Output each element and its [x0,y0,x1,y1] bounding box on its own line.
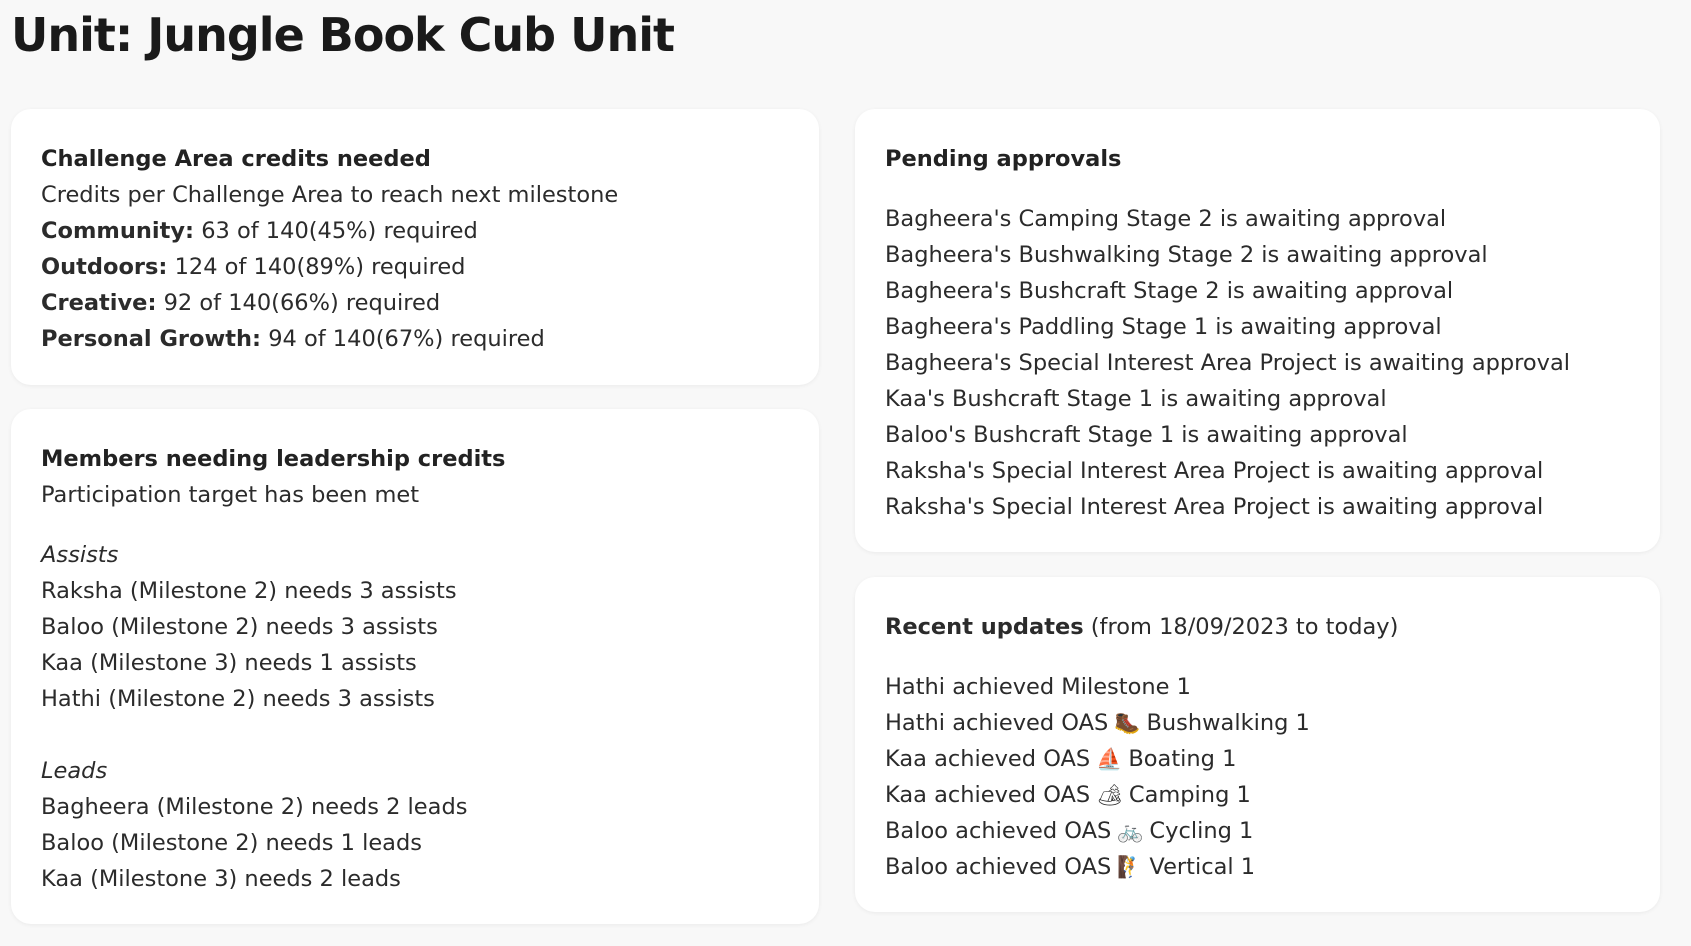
recent-item-text: Hathi achieved OAS [885,710,1109,736]
challenge-area-card: Challenge Area credits needed Credits pe… [11,109,819,385]
climber-icon: 🧗 [1117,855,1144,879]
recent-heading: Recent updates [885,614,1084,640]
challenge-row-label: Creative: [41,290,157,316]
challenge-row-value: 94 of 140(67%) required [268,326,545,352]
lead-item: Bagheera (Milestone 2) needs 2 leads [41,794,468,820]
lead-item: Kaa (Milestone 3) needs 2 leads [41,866,401,892]
leadership-heading: Members needing leadership credits [41,446,506,472]
pending-item: Bagheera's Bushwalking Stage 2 is awaiti… [885,242,1488,268]
page-title: Unit: Jungle Book Cub Unit [11,8,675,62]
lead-item: Baloo (Milestone 2) needs 1 leads [41,830,422,856]
pending-item: Bagheera's Bushcraft Stage 2 is awaiting… [885,278,1454,304]
recent-item-award: Camping 1 [1128,782,1251,808]
challenge-row-value: 63 of 140(45%) required [201,218,478,244]
recent-item-award: Boating 1 [1128,746,1237,772]
challenge-row-label: Outdoors: [41,254,168,280]
recent-item: Baloo achieved OAS 🚲 Cycling 1 [885,813,1630,849]
challenge-row-label: Personal Growth: [41,326,262,352]
recent-item-text: Kaa achieved OAS [885,782,1091,808]
assist-item: Hathi (Milestone 2) needs 3 assists [41,686,435,712]
bicycle-icon: 🚲 [1117,819,1144,843]
recent-item-award: Bushwalking 1 [1146,710,1310,736]
tent-icon: 🏕 [1096,783,1123,807]
pending-item: Bagheera's Camping Stage 2 is awaiting a… [885,206,1447,232]
recent-item: Baloo achieved OAS 🧗 Vertical 1 [885,849,1630,885]
pending-item: Baloo's Bushcraft Stage 1 is awaiting ap… [885,422,1408,448]
recent-header: Recent updates (from 18/09/2023 to today… [885,609,1630,645]
recent-range: (from 18/09/2023 to today) [1090,614,1399,640]
pending-approvals-card: Pending approvals Bagheera's Camping Sta… [855,109,1660,552]
recent-item: Kaa achieved OAS 🏕 Camping 1 [885,777,1630,813]
challenge-area-heading: Challenge Area credits needed [41,146,431,172]
leadership-subtitle: Participation target has been met [41,482,420,508]
assist-item: Raksha (Milestone 2) needs 3 assists [41,578,457,604]
challenge-row-personal-growth: Personal Growth: 94 of 140(67%) required [41,321,789,357]
recent-item: Kaa achieved OAS ⛵ Boating 1 [885,741,1630,777]
assist-item: Baloo (Milestone 2) needs 3 assists [41,614,438,640]
pending-item: Bagheera's Paddling Stage 1 is awaiting … [885,314,1442,340]
hiking-boot-icon: 🥾 [1114,711,1141,735]
assist-item: Kaa (Milestone 3) needs 1 assists [41,650,417,676]
leads-label: Leads [41,758,108,784]
challenge-row-creative: Creative: 92 of 140(66%) required [41,285,789,321]
unit-dashboard: Unit: Jungle Book Cub Unit Challenge Are… [0,0,1691,946]
recent-updates-card: Recent updates (from 18/09/2023 to today… [855,577,1660,912]
assists-label: Assists [41,542,119,568]
recent-item-award: Vertical 1 [1149,854,1256,880]
challenge-row-value: 92 of 140(66%) required [163,290,441,316]
recent-item-text: Hathi achieved Milestone 1 [885,674,1191,700]
recent-item: Hathi achieved Milestone 1 [885,669,1630,705]
leadership-credits-card: Members needing leadership credits Parti… [11,409,819,924]
pending-item: Kaa's Bushcraft Stage 1 is awaiting appr… [885,386,1387,412]
recent-item-text: Baloo achieved OAS [885,854,1112,880]
pending-item: Bagheera's Special Interest Area Project… [885,350,1571,376]
challenge-row-community: Community: 63 of 140(45%) required [41,213,789,249]
recent-item: Hathi achieved OAS 🥾 Bushwalking 1 [885,705,1630,741]
pending-item: Raksha's Special Interest Area Project i… [885,494,1544,520]
challenge-row-label: Community: [41,218,195,244]
sailboat-icon: ⛵ [1096,747,1123,771]
challenge-area-subtitle: Credits per Challenge Area to reach next… [41,182,619,208]
recent-item-award: Cycling 1 [1149,818,1254,844]
recent-item-text: Kaa achieved OAS [885,746,1091,772]
pending-heading: Pending approvals [885,146,1122,172]
recent-item-text: Baloo achieved OAS [885,818,1112,844]
challenge-row-outdoors: Outdoors: 124 of 140(89%) required [41,249,789,285]
pending-item: Raksha's Special Interest Area Project i… [885,458,1544,484]
challenge-row-value: 124 of 140(89%) required [174,254,466,280]
